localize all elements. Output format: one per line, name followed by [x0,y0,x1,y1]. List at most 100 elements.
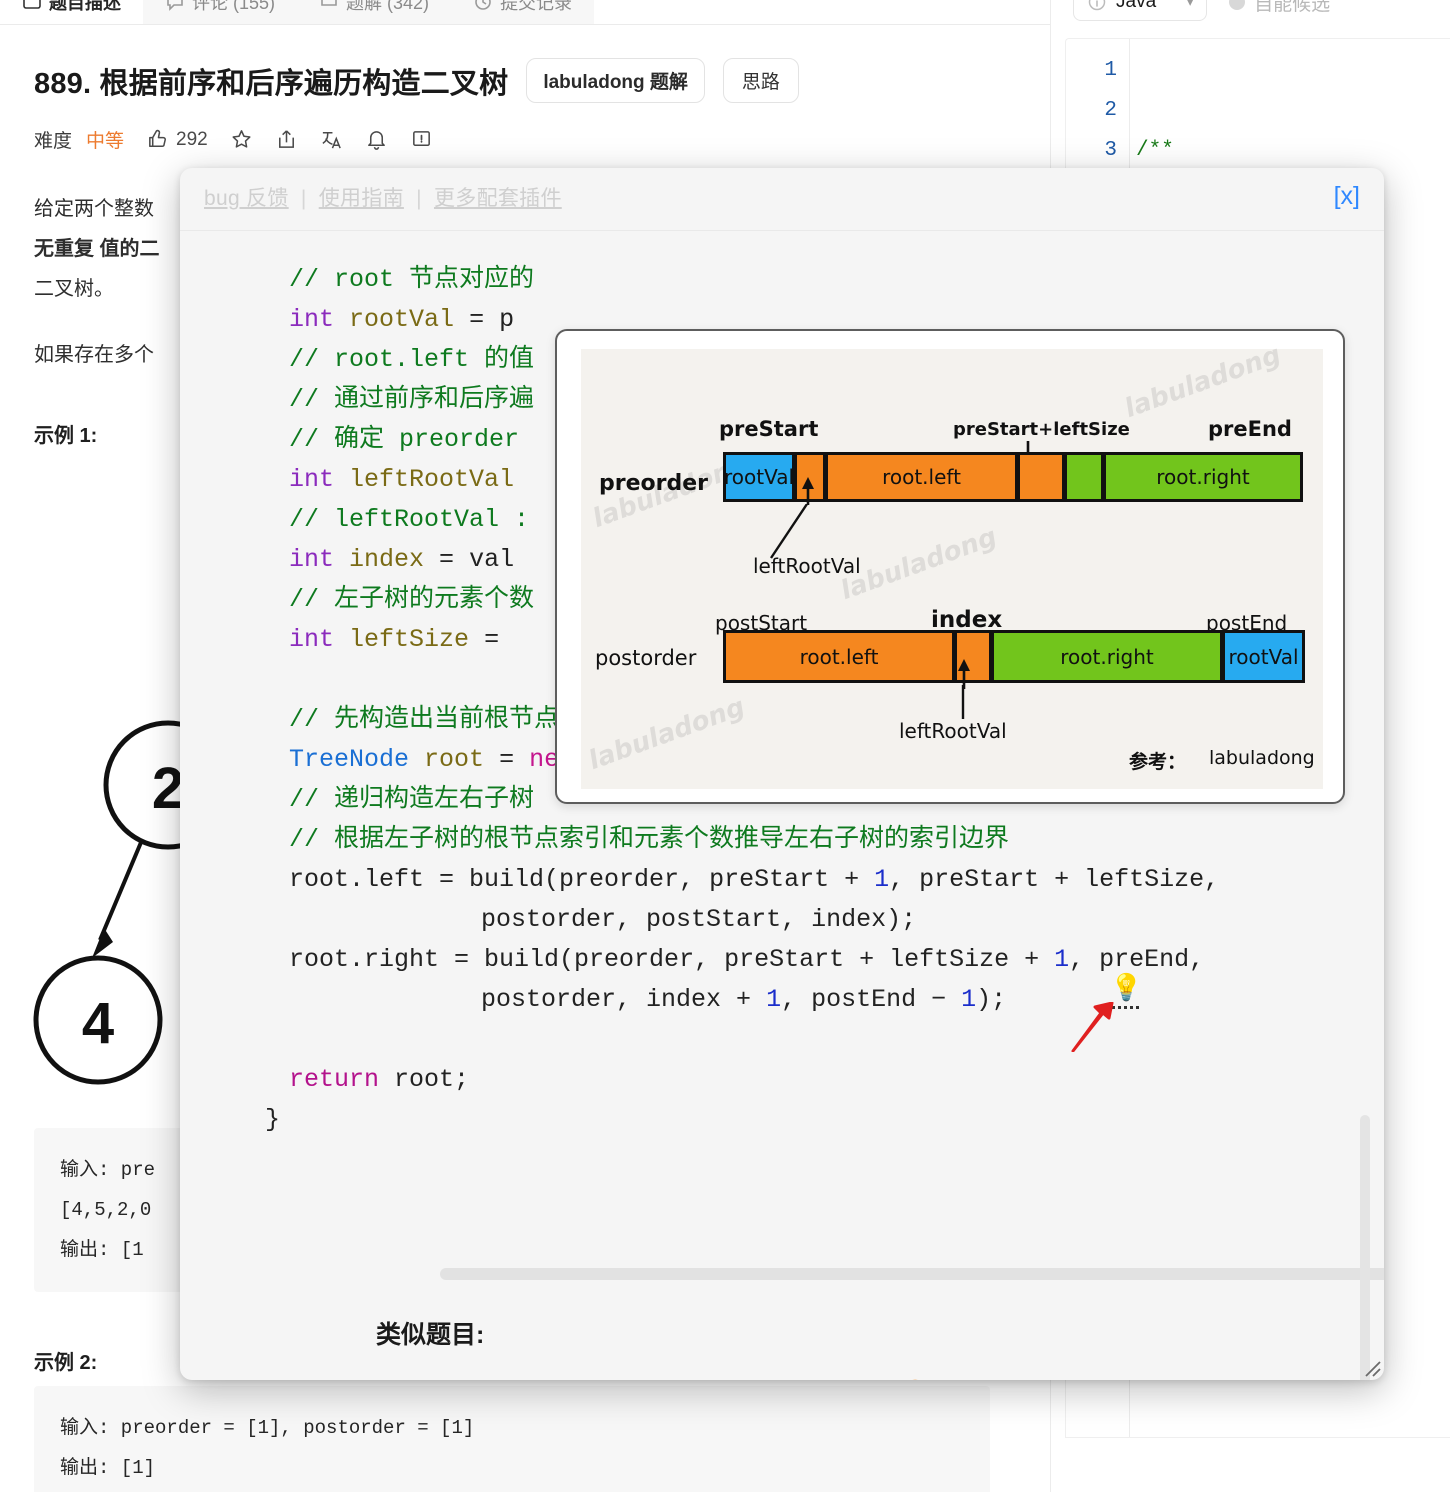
code-token: int [289,625,335,654]
clock-icon [475,0,491,10]
editor-toolbar: Java ▾ 自能候选 [1051,0,1450,28]
link-bug-feedback[interactable]: bug 反馈 [204,187,289,210]
link-separator: | [416,187,422,210]
cell-label: rootVal [723,465,795,489]
code-token: ); [976,985,1007,1014]
tab-label: 题目描述 [49,0,121,13]
plugin-code-line [265,1020,1384,1060]
popup-vertical-scrollbar[interactable] [1360,1115,1370,1380]
plugin-popup[interactable]: bug 反馈 | 使用指南 | 更多配套插件 [x] // root 节点对应的… [180,168,1384,1380]
code-token: postorder, index + [361,985,767,1014]
autocomplete-toggle[interactable]: 自能候选 [1229,0,1330,16]
comment-icon [167,0,183,11]
code-token: // 左子树的元素个数 [289,585,535,614]
code-token: // 根据左子树的根节点索引和元素个数推导左右子树的索引边界 [289,825,1010,854]
tab-label: 题解 (342) [346,0,430,13]
code-token: // 递归构造左右子树 [289,785,535,814]
share-icon [278,130,294,148]
callout-leftrootval-preorder: leftRootVal [753,554,861,578]
resize-handle-icon[interactable] [1360,1356,1382,1378]
tab-submissions[interactable]: 提交记录 [451,0,595,24]
code-token: = [454,305,500,334]
language-select[interactable]: Java ▾ [1073,0,1208,21]
report-button[interactable] [410,128,433,151]
cell-label: root.right [1156,465,1250,489]
similar-problem-link[interactable]: 105. 从前序与中序遍历序列构造二叉树 [444,1379,892,1380]
code-token: root.left = build(preorder, preStart + [289,865,875,894]
link-separator: | [300,187,307,210]
code-horizontal-scrollbar[interactable] [440,1268,1384,1280]
plugin-code-line: return root; [265,1060,1384,1100]
share-button[interactable] [275,128,298,151]
callout-leftrootval-postorder: leftRootVal [899,719,1007,743]
preorder-cell-rootright: root.right [1103,452,1303,502]
lightbulb-icon[interactable]: 💡 [1110,972,1142,1003]
code-token: = [469,625,500,654]
watermark: labuladong [836,521,1001,607]
translate-icon [322,132,341,149]
medium-difficulty-icon: 🟠 [899,1379,931,1380]
like-count: 292 [176,128,208,150]
code-token: root [424,745,485,774]
info-icon [1088,0,1106,11]
arrow-up-icon [802,477,814,505]
link-more-plugins[interactable]: 更多配套插件 [434,187,562,210]
code-token: TreeNode [289,745,410,774]
red-arrow-icon [1071,1002,1114,1052]
marker-prestart-plus-leftsize: preStart+leftSize [953,419,1130,440]
code-token: // root 节点对应的 [289,265,535,294]
document-icon [23,0,41,9]
translate-button[interactable] [320,128,343,151]
example2-line: 输入: preorder = [1], postorder = [1] [60,1417,475,1439]
favorite-button[interactable] [230,128,253,151]
diagram-author-prefix: 参考： [1129,751,1187,773]
problem-title-row: 889. 根据前序和后序遍历构造二叉树 labuladong 题解 思路 [34,58,1024,103]
tabbar-underline [0,24,1050,25]
code-token: // 先构造出当前根节点 [289,705,560,734]
app-root: 题目描述 评论 (155) 题解 (342) 提交记录 889. 根据前序和后序… [0,0,1450,1492]
diagram-card: labuladong labuladong labuladong labulad… [555,329,1345,804]
star-icon [232,130,251,148]
link-usage-guide[interactable]: 使用指南 [319,187,404,210]
watermark: labuladong [1120,339,1285,425]
row-label-postorder: postorder [595,646,697,670]
code-token: int [289,465,335,494]
code-token: // 确定 preorder [289,425,520,454]
badge-idea[interactable]: 思路 [722,58,799,103]
example2-line: 输出: [1] [60,1457,156,1479]
tab-solutions[interactable]: 题解 (342) [297,0,452,24]
tree-node-label: 4 [82,991,114,1056]
watermark: labuladong [584,691,749,777]
code-token: int [289,545,335,574]
close-icon[interactable]: [x] [1334,182,1360,211]
code-token: root; [379,1065,470,1094]
preorder-cell-gap [1017,452,1065,502]
plugin-code-line: // 根据左子树的根节点索引和元素个数推导左右子树的索引边界 [265,820,1384,860]
tab-comments[interactable]: 评论 (155) [143,0,298,24]
similar-problems-list: 105. 从前序与中序遍历序列构造二叉树 🟠 106. 从中序与后序遍历序列构造… [420,1370,1320,1380]
plugin-code-line: postorder, index + 1, postEnd − 1); [265,980,1384,1020]
plugin-code-line: root.right = build(preorder, preStart + … [265,940,1384,980]
like-button[interactable]: 292 [146,128,208,151]
notify-button[interactable] [365,128,388,151]
cell-label: root.left [882,465,961,489]
difficulty-label: 难度 [34,131,73,152]
tab-label: 评论 (155) [192,0,276,13]
list-item[interactable]: 105. 从前序与中序遍历序列构造二叉树 🟠 [444,1370,1320,1380]
code-token: // leftRootVal : [289,505,530,534]
tab-problem-description[interactable]: 题目描述 [0,0,143,24]
code-token: leftSize [349,625,470,654]
badge-labuladong-solution[interactable]: labuladong 题解 [526,58,705,103]
postorder-cell-rootleft: root.left [723,630,955,683]
code-token: rootVal [349,305,455,334]
difficulty-value: 中等 [86,131,125,152]
page-title: 889. 根据前序和后序遍历构造二叉树 [34,67,509,100]
callout-line [961,685,965,719]
code-token: return [289,1065,380,1094]
code-token: 1 [766,985,782,1014]
code-token: index [349,545,425,574]
